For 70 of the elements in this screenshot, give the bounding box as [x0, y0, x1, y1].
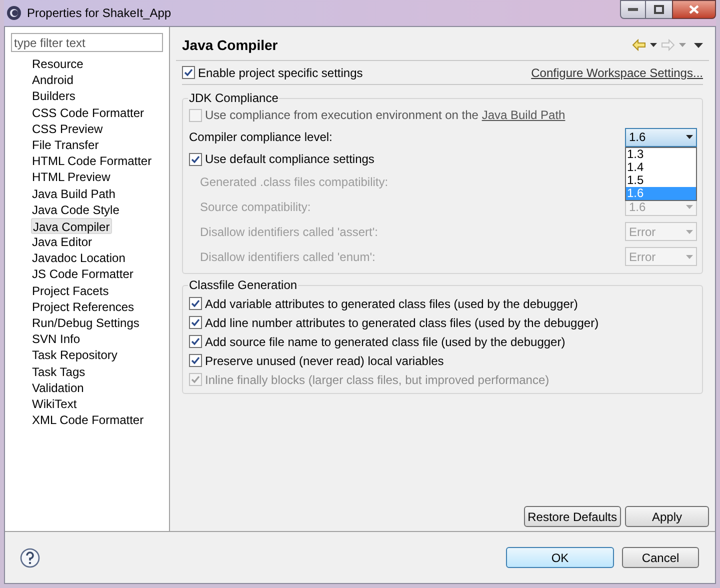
- field-label: Disallow identifiers called 'enum':: [200, 248, 376, 266]
- caret-icon: [686, 135, 693, 139]
- tree-item[interactable]: Project Facets: [31, 282, 110, 299]
- tree-item[interactable]: Run/Debug Settings: [31, 315, 140, 332]
- tree-item[interactable]: Project References: [31, 298, 136, 315]
- compliance-combo[interactable]: 1.6: [625, 128, 697, 146]
- tree-item[interactable]: Task Repository: [31, 347, 118, 364]
- dialog-button[interactable]: OK: [506, 547, 614, 568]
- tree-item[interactable]: File Transfer: [31, 136, 100, 154]
- configure-link[interactable]: Configure Workspace Settings...: [531, 64, 703, 82]
- tree-item[interactable]: XML Code Formatter: [31, 412, 145, 428]
- tree-item[interactable]: Java Editor: [31, 234, 94, 250]
- checkbox-label: Enable project specific settings: [198, 64, 363, 82]
- tree-item[interactable]: Java Build Path: [31, 186, 116, 202]
- page-button[interactable]: Restore Defaults: [524, 506, 621, 527]
- tree-item[interactable]: WikiText: [31, 396, 78, 412]
- checkbox-label: Add line number attributes to generated class files (used by the debugger): [205, 314, 599, 332]
- tree-item[interactable]: JS Code Formatter: [31, 266, 134, 283]
- field-label: Generated .class files compatibility:: [200, 174, 388, 190]
- dropdown-option[interactable]: 1.5: [626, 174, 696, 186]
- tree-item[interactable]: Builders: [31, 88, 76, 105]
- maximize-icon: [654, 5, 664, 14]
- help-icon[interactable]: [20, 548, 40, 568]
- field-label: Compiler compliance level:: [189, 129, 332, 146]
- tree-item[interactable]: HTML Preview: [31, 169, 112, 186]
- field-label: Disallow identifiers called 'assert':: [200, 224, 378, 240]
- caret-icon: [686, 230, 693, 234]
- checkbox[interactable]: [189, 316, 202, 329]
- tree-item[interactable]: Task Tags: [31, 364, 86, 380]
- window-title: Properties for ShakeIt_App: [27, 5, 172, 22]
- tree-item[interactable]: SVN Info: [31, 331, 82, 348]
- minimize-button[interactable]: [620, 0, 646, 19]
- tree-item[interactable]: Java Code Style: [31, 202, 120, 218]
- checkbox[interactable]: [189, 354, 202, 367]
- maximize-button[interactable]: [646, 0, 672, 19]
- tree-item[interactable]: Java Compiler: [31, 218, 112, 234]
- tree-item[interactable]: CSS Code Formatter: [31, 104, 146, 121]
- page-button[interactable]: Apply: [625, 506, 709, 527]
- page-title: Java Compiler: [182, 36, 278, 55]
- checkbox[interactable]: [189, 335, 202, 348]
- checkbox-label: Add source file name to generated class file (used by the debugger): [205, 334, 566, 350]
- close-button[interactable]: [672, 0, 716, 19]
- checkbox[interactable]: [189, 152, 202, 166]
- tree-item[interactable]: Android: [31, 72, 74, 88]
- caret-icon: [686, 204, 693, 208]
- tree-item[interactable]: CSS Preview: [31, 120, 104, 137]
- caret-icon: [686, 254, 693, 258]
- tree-item[interactable]: Resource: [31, 56, 84, 72]
- field-label: Source compatibility:: [200, 198, 311, 216]
- tree-item[interactable]: Validation: [31, 380, 85, 396]
- dropdown-option[interactable]: 1.3: [626, 148, 696, 160]
- checkbox-label: Use default compliance settings: [205, 151, 374, 168]
- group-title: Classfile Generation: [188, 277, 298, 294]
- view-menu-icon[interactable]: [694, 42, 703, 48]
- checkbox[interactable]: [189, 297, 202, 310]
- checkbox-label: Inline finally blocks (larger class files, but improved performance): [205, 372, 550, 388]
- dialog-button[interactable]: Cancel: [622, 547, 699, 568]
- group-title: JDK Compliance: [188, 90, 280, 107]
- eclipse-icon: [6, 5, 22, 21]
- dropdown-option[interactable]: 1.4: [626, 160, 696, 174]
- tree-item[interactable]: Javadoc Location: [31, 250, 126, 266]
- minimize-icon: [628, 8, 638, 11]
- dropdown-caret-icon[interactable]: [650, 43, 657, 47]
- filter-field[interactable]: type filter text: [11, 33, 163, 52]
- checkbox-label: Preserve unused (never read) local variables: [205, 352, 444, 370]
- tree-item[interactable]: HTML Code Formatter: [31, 153, 153, 170]
- checkbox-label: Add variable attributes to generated class files (used by the debugger): [205, 296, 578, 312]
- close-icon: [689, 5, 699, 14]
- checkbox[interactable]: [182, 66, 195, 79]
- checkbox-label: Use compliance from execution environment on the Java Build Path: [205, 107, 566, 124]
